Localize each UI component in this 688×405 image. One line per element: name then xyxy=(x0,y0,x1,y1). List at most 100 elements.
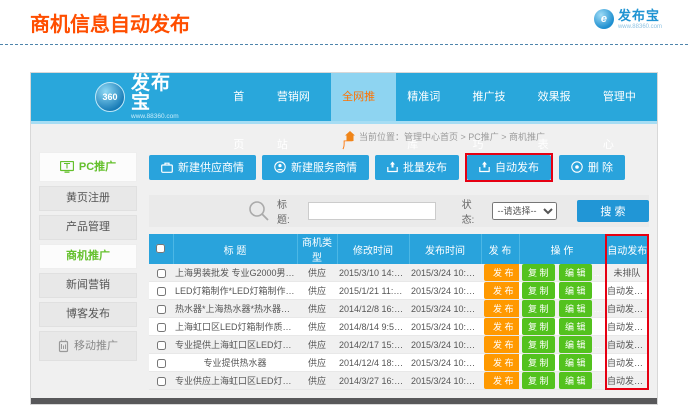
sidebar-item-news[interactable]: 新闻营销 xyxy=(39,273,137,298)
row-title: 上海男装批发 专业G2000男装品牌.. xyxy=(173,264,297,282)
title-input[interactable] xyxy=(308,202,436,220)
header-published: 发布时间 xyxy=(409,234,481,264)
auto-publish-button[interactable]: 自动发布 xyxy=(467,155,551,180)
sidebar-item-label: 产品管理 xyxy=(66,216,110,239)
table-row: 专业提供上海虹口区LED灯箱制作 供应 2014/2/17 15:19:14 2… xyxy=(149,336,649,354)
row-modified-time: 2014/2/17 15:19:14 xyxy=(337,336,409,354)
window-footer-bar xyxy=(31,398,657,404)
row-type: 供应 xyxy=(297,354,337,372)
publish-button[interactable]: 发 布 xyxy=(484,300,519,317)
remove-icon xyxy=(571,161,583,173)
e-logo-icon: e xyxy=(594,9,614,29)
row-status: 自动发布完成 xyxy=(605,372,649,390)
row-checkbox[interactable] xyxy=(157,269,166,278)
publish-button[interactable]: 发 布 xyxy=(484,372,519,389)
row-title: 上海虹口区LED灯箱制作质量好上海虹.. xyxy=(173,318,297,336)
search-icon xyxy=(247,199,271,223)
edit-button[interactable]: 编 辑 xyxy=(559,372,592,389)
copy-button[interactable]: 复 制 xyxy=(522,354,555,371)
copy-button[interactable]: 复 制 xyxy=(522,282,555,299)
copy-button[interactable]: 复 制 xyxy=(522,372,555,389)
row-modified-time: 2014/3/27 16:20:05 xyxy=(337,372,409,390)
brand-name: 发布宝 xyxy=(618,9,662,22)
row-checkbox[interactable] xyxy=(157,323,166,332)
nav-item-keywords[interactable]: 精准词库 xyxy=(396,73,461,121)
row-publish-time: 2015/3/24 10:33:07 xyxy=(409,282,481,300)
brand-url: www.88360.com xyxy=(618,24,662,30)
row-title: LED灯箱制作*LED灯箱制作价格*.. xyxy=(173,282,297,300)
sidebar-item-label: PC推广 xyxy=(79,156,116,179)
sidebar-item-pc-promo[interactable]: PC推广 xyxy=(39,152,137,182)
header-title: 标 题 xyxy=(173,234,297,264)
row-type: 供应 xyxy=(297,336,337,354)
row-checkbox[interactable] xyxy=(157,377,166,386)
sidebar-item-mobile-promo[interactable]: 移动推广 xyxy=(39,331,137,361)
header-type: 商机类型 xyxy=(297,234,337,264)
row-publish-time: 2015/3/24 10:33:07 xyxy=(409,336,481,354)
row-status: 自动发布完成 xyxy=(605,354,649,372)
copy-button[interactable]: 复 制 xyxy=(522,300,555,317)
main-content: 新建供应商情 新建服务商情 批量发布 自动发布 xyxy=(149,152,649,390)
row-modified-time: 2015/3/10 14:56:59 xyxy=(337,264,409,282)
table-row: 专业供应上海虹口区LED灯箱制作-上.. 供应 2014/3/27 16:20:… xyxy=(149,372,649,390)
home-icon xyxy=(345,131,355,141)
app-window: 360 发布宝 www.88360.com 首页 营销网站 全网推广 精准词库 … xyxy=(30,72,658,405)
copy-button[interactable]: 复 制 xyxy=(522,264,555,281)
edit-button[interactable]: 编 辑 xyxy=(559,282,592,299)
sidebar: PC推广 黄页注册 产品管理 商机推广 新闻营销 博客发布 移动推广 xyxy=(39,152,137,390)
edit-button[interactable]: 编 辑 xyxy=(559,318,592,335)
status-select[interactable]: --请选择-- xyxy=(492,202,556,220)
publish-button[interactable]: 发 布 xyxy=(484,264,519,281)
row-status: 自动发布完成 xyxy=(605,336,649,354)
nav-item-admin-center[interactable]: 管理中心 xyxy=(592,73,657,121)
search-button[interactable]: 搜 索 xyxy=(577,200,649,222)
row-checkbox[interactable] xyxy=(157,341,166,350)
edit-button[interactable]: 编 辑 xyxy=(559,354,592,371)
publish-button[interactable]: 发 布 xyxy=(484,336,519,353)
edit-button[interactable]: 编 辑 xyxy=(559,300,592,317)
delete-button[interactable]: 删 除 xyxy=(559,155,625,180)
nav-item-promo-tips[interactable]: 推广技巧 xyxy=(461,73,526,121)
sidebar-item-blog[interactable]: 博客发布 xyxy=(39,302,137,327)
upload-icon xyxy=(387,161,398,173)
select-all-checkbox[interactable] xyxy=(156,244,165,253)
table-row: 上海虹口区LED灯箱制作质量好上海虹.. 供应 2014/8/14 9:58:4… xyxy=(149,318,649,336)
batch-publish-button[interactable]: 批量发布 xyxy=(375,155,459,180)
sidebar-item-products[interactable]: 产品管理 xyxy=(39,215,137,240)
row-checkbox[interactable] xyxy=(157,305,166,314)
row-checkbox[interactable] xyxy=(157,287,166,296)
row-type: 供应 xyxy=(297,300,337,318)
new-service-button[interactable]: 新建服务商情 xyxy=(262,155,369,180)
header-modified: 修改时间 xyxy=(337,234,409,264)
sidebar-item-biz-promo[interactable]: 商机推广 xyxy=(39,244,137,269)
nav-item-network-promo[interactable]: 全网推广 xyxy=(331,73,396,121)
table-row: 专业提供热水器 供应 2014/12/4 18:07:50 2015/3/24 … xyxy=(149,354,649,372)
sidebar-item-yellowpages[interactable]: 黄页注册 xyxy=(39,186,137,211)
header-publish: 发 布 xyxy=(481,234,519,264)
nav-item-home[interactable]: 首页 xyxy=(222,73,266,121)
app-logo-name: 发布宝 xyxy=(131,74,190,112)
monitor-icon xyxy=(60,161,74,173)
user-icon xyxy=(274,161,286,173)
copy-button[interactable]: 复 制 xyxy=(522,318,555,335)
nav-item-marketing-site[interactable]: 营销网站 xyxy=(266,73,331,121)
row-checkbox[interactable] xyxy=(157,359,166,368)
edit-button[interactable]: 编 辑 xyxy=(559,336,592,353)
table-row: 热水器*上海热水器*热水器价格*热水.. 供应 2014/12/8 16:35:… xyxy=(149,300,649,318)
row-modified-time: 2015/1/21 11:08:45 xyxy=(337,282,409,300)
button-label: 自动发布 xyxy=(495,159,539,175)
button-label: 删 除 xyxy=(588,159,613,175)
publish-button[interactable]: 发 布 xyxy=(484,282,519,299)
briefcase-icon xyxy=(161,162,173,173)
row-type: 供应 xyxy=(297,372,337,390)
brand-logo: e 发布宝 www.88360.com xyxy=(594,9,662,30)
copy-button[interactable]: 复 制 xyxy=(522,336,555,353)
row-title: 专业供应上海虹口区LED灯箱制作-上.. xyxy=(173,372,297,390)
edit-button[interactable]: 编 辑 xyxy=(559,264,592,281)
button-label: 新建服务商情 xyxy=(291,159,357,175)
new-supply-button[interactable]: 新建供应商情 xyxy=(149,155,256,180)
publish-button[interactable]: 发 布 xyxy=(484,354,519,371)
row-publish-time: 2015/3/24 10:33:07 xyxy=(409,372,481,390)
nav-item-reports[interactable]: 效果报表 xyxy=(527,73,592,121)
publish-button[interactable]: 发 布 xyxy=(484,318,519,335)
